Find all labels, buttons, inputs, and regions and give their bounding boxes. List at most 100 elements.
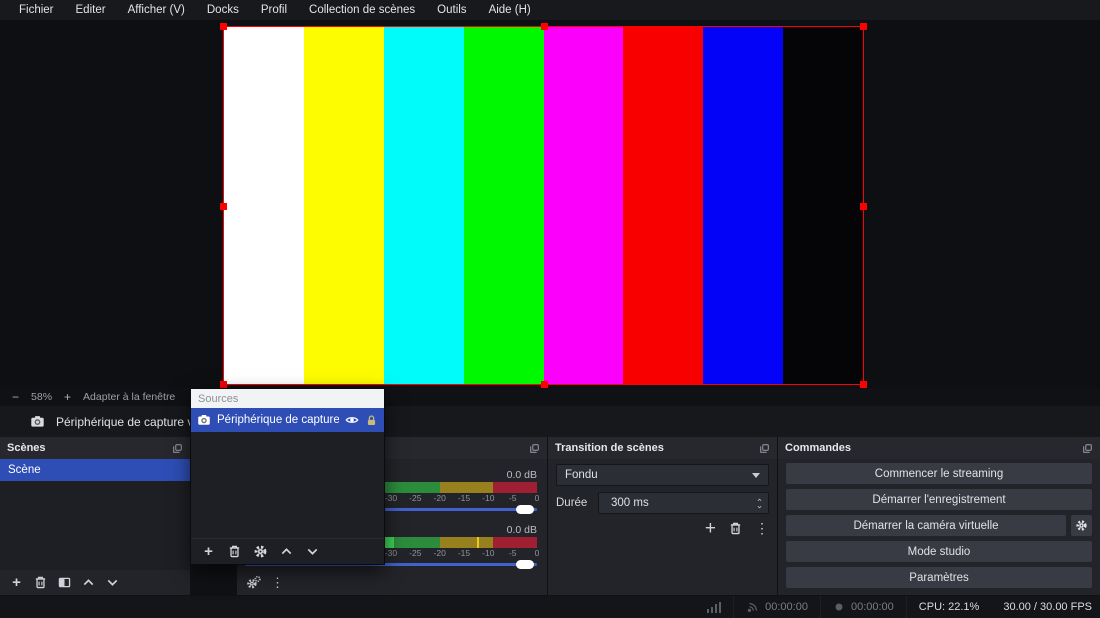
record-dot-icon — [833, 601, 845, 613]
fit-to-window-button[interactable]: Adapter à la fenêtre — [83, 391, 175, 403]
menu-item-docks[interactable]: Docks — [196, 0, 250, 20]
source-list-item[interactable]: Périphérique de capture vidéo — [191, 408, 384, 432]
fps-counter: 30.00 / 30.00 FPS — [991, 596, 1092, 618]
settings-button[interactable]: Paramètres — [786, 567, 1092, 588]
stream-time: 00:00:00 — [765, 601, 808, 613]
mixer-more-button[interactable]: ⋮ — [270, 575, 285, 590]
lock-icon[interactable] — [365, 414, 378, 427]
selection-handle-top-left[interactable] — [220, 23, 227, 30]
menu-item-fichier[interactable]: Fichier — [8, 0, 65, 20]
scenes-dock-title: Scènes — [7, 442, 46, 454]
color-bar-cyan — [384, 27, 464, 384]
popout-icon[interactable] — [759, 443, 770, 454]
preview-canvas[interactable] — [0, 20, 1100, 388]
spin-down-icon[interactable] — [755, 504, 764, 510]
scene-list-item[interactable]: Scène — [0, 459, 190, 481]
popout-icon[interactable] — [1082, 443, 1093, 454]
meter-tick-label: 0 — [535, 494, 540, 503]
start-streaming-button[interactable]: Commencer le streaming — [786, 463, 1092, 484]
add-scene-button[interactable]: + — [9, 575, 24, 590]
virtual-camera-settings-button[interactable] — [1071, 515, 1092, 536]
menu-item-afficher[interactable]: Afficher (V) — [117, 0, 196, 20]
studio-mode-button[interactable]: Mode studio — [786, 541, 1092, 562]
obs-main-window: Fichier Editer Afficher (V) Docks Profil… — [0, 0, 1100, 618]
zoom-in-button[interactable]: + — [64, 390, 71, 404]
move-source-down-button[interactable] — [305, 544, 320, 559]
transition-select-value: Fondu — [565, 469, 598, 481]
cpu-usage: CPU: 22.1% — [906, 596, 992, 618]
zoom-out-button[interactable]: − — [12, 390, 19, 404]
transition-select[interactable]: Fondu — [556, 464, 769, 486]
move-source-up-button[interactable] — [279, 544, 294, 559]
split-square-icon — [57, 575, 72, 590]
eye-visible-icon[interactable] — [345, 413, 359, 427]
gear-icon — [253, 544, 268, 559]
color-bar-blue — [703, 27, 783, 384]
popout-icon[interactable] — [172, 443, 183, 454]
selection-handle-top-right[interactable] — [860, 23, 867, 30]
source-properties-button[interactable] — [253, 544, 268, 559]
selection-handle-bottom-left[interactable] — [220, 381, 227, 388]
duration-spinbox[interactable]: 300 ms — [598, 492, 769, 514]
sources-panel-title: Sources — [198, 393, 238, 405]
menu-item-profil[interactable]: Profil — [250, 0, 298, 20]
sources-floating-panel[interactable]: Sources Périphérique de capture vidéo + — [190, 388, 385, 565]
sources-panel-titlebar[interactable]: Sources — [191, 389, 384, 408]
camera-icon — [30, 414, 45, 429]
add-source-button[interactable]: + — [201, 544, 216, 559]
advanced-audio-button[interactable] — [246, 575, 261, 590]
sources-toolbar: + — [191, 538, 384, 564]
selection-handle-bottom-right[interactable] — [860, 381, 867, 388]
zoom-level-label: 58% — [31, 391, 52, 403]
broadcast-icon — [746, 601, 759, 614]
add-transition-button[interactable]: + — [705, 521, 716, 536]
move-scene-up-button[interactable] — [81, 575, 96, 590]
menu-item-outils[interactable]: Outils — [426, 0, 477, 20]
start-recording-button[interactable]: Démarrer l'enregistrement — [786, 489, 1092, 510]
meter-tick-label: -30 — [385, 494, 397, 503]
scenes-dock: Scènes Scène + — [0, 437, 190, 595]
network-status — [695, 596, 734, 618]
spin-up-icon[interactable] — [755, 497, 764, 503]
trash-icon — [33, 575, 48, 590]
camera-icon — [197, 413, 211, 427]
selection-handle-top-middle[interactable] — [541, 23, 548, 30]
selected-source-bounding-box[interactable] — [224, 27, 863, 384]
preview-zoom-toolbar: − 58% + Adapter à la fenêtre — [0, 388, 1100, 406]
meter-tick-label: -25 — [409, 549, 421, 558]
start-virtual-camera-button[interactable]: Démarrer la caméra virtuelle — [786, 515, 1066, 536]
chevron-down-icon — [105, 575, 120, 590]
meter-tick-label: -15 — [458, 549, 470, 558]
trash-icon — [227, 544, 242, 559]
menu-bar: Fichier Editer Afficher (V) Docks Profil… — [0, 0, 1100, 20]
gear-icon — [1075, 519, 1088, 532]
transition-more-button[interactable]: ⋮ — [755, 521, 769, 536]
selection-handle-middle-right[interactable] — [860, 203, 867, 210]
selection-handle-bottom-middle[interactable] — [541, 381, 548, 388]
color-bar-red — [623, 27, 703, 384]
selection-handle-middle-left[interactable] — [220, 203, 227, 210]
transitions-dock-title: Transition de scènes — [555, 442, 664, 454]
scene-filters-button[interactable] — [57, 575, 72, 590]
remove-scene-button[interactable] — [33, 575, 48, 590]
remove-transition-button[interactable] — [728, 521, 743, 536]
chevron-up-icon — [279, 544, 294, 559]
color-bar-yellow — [304, 27, 384, 384]
remove-source-button[interactable] — [227, 544, 242, 559]
transitions-dock-header: Transition de scènes — [548, 437, 777, 459]
meter-tick-label: -25 — [409, 494, 421, 503]
volume-slider-handle[interactable] — [516, 505, 534, 514]
move-scene-down-button[interactable] — [105, 575, 120, 590]
popout-icon[interactable] — [529, 443, 540, 454]
controls-dock-title: Commandes — [785, 442, 851, 454]
duration-value: 300 ms — [611, 497, 649, 509]
menu-item-aide[interactable]: Aide (H) — [478, 0, 542, 20]
scene-list: Scène — [0, 459, 190, 570]
menu-item-collection-de-scenes[interactable]: Collection de scènes — [298, 0, 426, 20]
volume-slider-handle[interactable] — [516, 560, 534, 569]
menu-item-editer[interactable]: Editer — [65, 0, 117, 20]
record-time-status: 00:00:00 — [820, 596, 906, 618]
meter-tick-label: -20 — [434, 549, 446, 558]
cpu-usage-label: CPU: 22.1% — [919, 601, 980, 613]
scene-transitions-dock: Transition de scènes Fondu Durée 300 ms … — [548, 437, 777, 595]
